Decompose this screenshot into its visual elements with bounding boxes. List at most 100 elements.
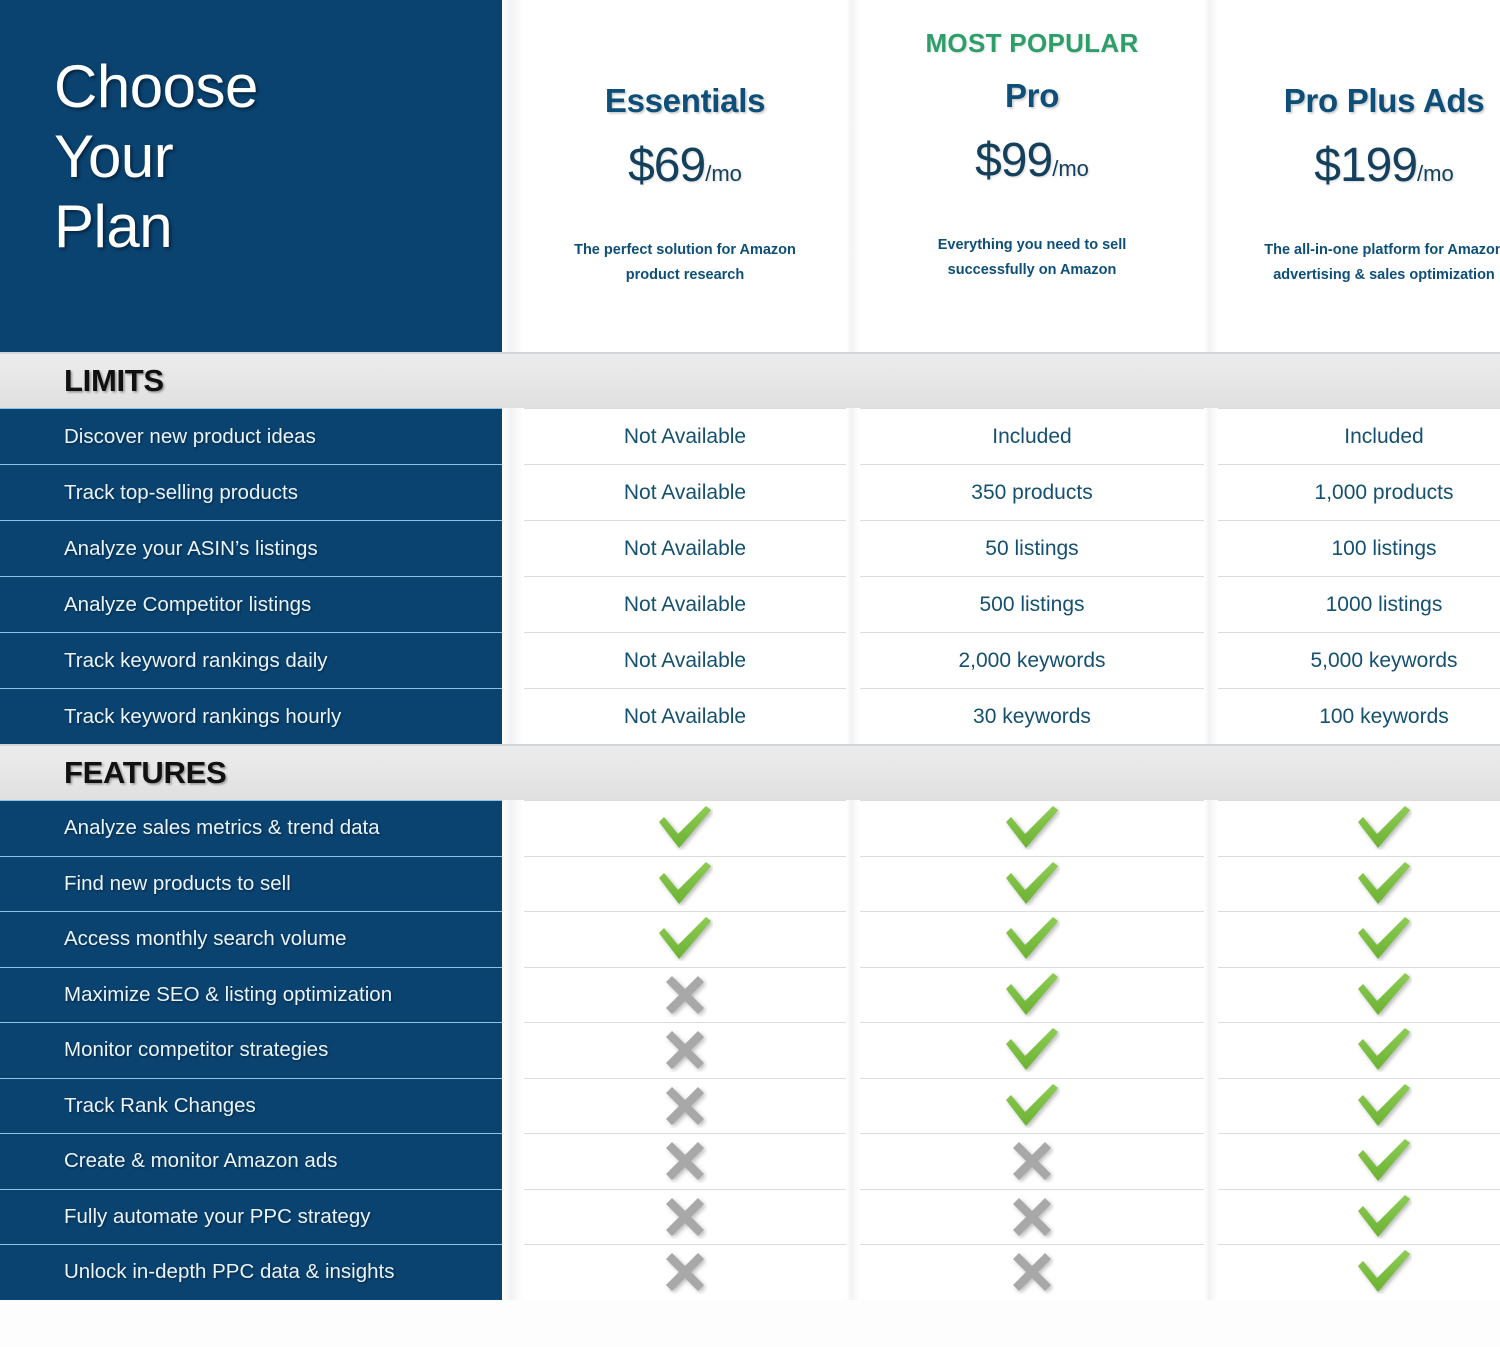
row-label: Analyze your ASIN’s listings xyxy=(0,520,502,576)
column-gap xyxy=(502,1188,524,1244)
cross-icon-glyph xyxy=(1010,1139,1054,1183)
column-gap xyxy=(502,855,524,911)
cross-icon xyxy=(524,1077,846,1133)
check-icon-glyph xyxy=(1356,972,1412,1017)
cross-icon-glyph xyxy=(663,1084,707,1128)
check-icon xyxy=(524,800,846,856)
check-icon-glyph xyxy=(1356,806,1412,850)
column-gap xyxy=(502,1133,524,1189)
column-gap xyxy=(502,576,524,632)
table-row: Track keyword rankings daily Not Availabl… xyxy=(0,632,1500,688)
row-label: Monitor competitor strategies xyxy=(0,1022,502,1078)
column-gap xyxy=(846,1188,860,1244)
hero-panel: Choose Your Plan xyxy=(0,0,502,352)
table-row: Analyze Competitor listings Not Available… xyxy=(0,576,1500,632)
plan-price-pro: $99/mo xyxy=(860,135,1204,195)
column-gap xyxy=(846,632,860,688)
row-label: Analyze Competitor listings xyxy=(0,576,502,632)
cross-icon-glyph xyxy=(663,973,707,1017)
column-gap xyxy=(846,0,860,352)
check-icon-glyph xyxy=(1356,1028,1412,1072)
column-gap xyxy=(1204,855,1218,911)
price-amount: $199 xyxy=(1314,139,1418,192)
column-gap xyxy=(502,632,524,688)
check-icon-glyph xyxy=(1004,1083,1060,1128)
cross-icon-glyph xyxy=(1010,1250,1054,1294)
check-icon-glyph xyxy=(1004,917,1060,961)
table-row: Fully automate your PPC strategy xyxy=(0,1188,1500,1244)
check-icon xyxy=(1218,966,1500,1022)
column-gap xyxy=(502,1022,524,1078)
plan-card-essentials[interactable]: Essentials $69/mo The perfect solution f… xyxy=(524,0,846,352)
price-amount: $69 xyxy=(628,139,706,192)
row-value: Not Available xyxy=(524,408,846,464)
plan-name-pro-plus-ads: Pro Plus Ads xyxy=(1283,82,1485,119)
row-label: Fully automate your PPC strategy xyxy=(0,1188,502,1244)
price-period: /mo xyxy=(1052,156,1089,181)
column-gap xyxy=(1204,800,1218,856)
check-icon xyxy=(860,1077,1204,1133)
table-row: Unlock in-depth PPC data & insights xyxy=(0,1244,1500,1300)
row-value: 500 listings xyxy=(860,576,1204,632)
check-icon xyxy=(1218,855,1500,911)
most-popular-badge: MOST POPULAR xyxy=(925,28,1139,58)
price-period: /mo xyxy=(705,161,742,186)
column-gap xyxy=(502,1244,524,1300)
row-value: 1,000 products xyxy=(1218,464,1500,520)
table-row: Discover new product ideas Not Available I… xyxy=(0,408,1500,464)
check-icon xyxy=(1218,1244,1500,1300)
row-value: Not Available xyxy=(524,688,846,744)
cross-icon xyxy=(860,1244,1204,1300)
cross-icon xyxy=(860,1133,1204,1189)
table-row: Analyze sales metrics & trend data xyxy=(0,800,1500,856)
cross-icon-glyph xyxy=(663,1195,707,1239)
check-icon xyxy=(1218,800,1500,856)
cross-icon xyxy=(524,1188,846,1244)
section-heading-label: FEATURES xyxy=(64,755,227,790)
check-icon xyxy=(524,855,846,911)
table-row: Monitor competitor strategies xyxy=(0,1022,1500,1078)
table-row: Track keyword rankings hourly Not Availab… xyxy=(0,688,1500,744)
check-icon-glyph xyxy=(657,861,713,906)
column-gap xyxy=(846,966,860,1022)
cross-icon-glyph xyxy=(663,1250,707,1294)
column-gap xyxy=(846,1244,860,1300)
column-gap xyxy=(846,1133,860,1189)
cross-icon xyxy=(524,1022,846,1078)
table-row: Track Rank Changes xyxy=(0,1077,1500,1133)
plan-description-essentials: The perfect solution for Amazon product … xyxy=(574,242,796,283)
section-heading-label: LIMITS xyxy=(64,363,164,398)
row-value: Not Available xyxy=(524,576,846,632)
table-row: Track top-selling products Not Available 3… xyxy=(0,464,1500,520)
column-gap xyxy=(846,408,860,464)
plan-price-essentials: $69/mo xyxy=(524,140,846,200)
row-label: Maximize SEO & listing optimization xyxy=(0,966,502,1022)
row-value: 1000 listings xyxy=(1218,576,1500,632)
row-label: Track keyword rankings daily xyxy=(0,632,502,688)
row-value: Included xyxy=(860,408,1204,464)
check-icon-glyph xyxy=(1356,1194,1412,1239)
check-icon-glyph xyxy=(1004,1028,1060,1072)
column-gap xyxy=(1204,0,1218,352)
row-label: Track keyword rankings hourly xyxy=(0,688,502,744)
column-gap xyxy=(1204,911,1218,967)
column-gap xyxy=(1204,576,1218,632)
plan-card-pro-plus-ads[interactable]: Pro Plus Ads $199/mo The all-in-one plat… xyxy=(1218,0,1500,352)
plan-name-pro: Pro xyxy=(1004,77,1060,114)
column-gap xyxy=(1204,632,1218,688)
column-gap xyxy=(502,1077,524,1133)
row-value: 350 products xyxy=(860,464,1204,520)
check-icon-glyph xyxy=(1356,917,1412,961)
row-value: Not Available xyxy=(524,632,846,688)
row-value: Not Available xyxy=(524,520,846,576)
check-icon-glyph xyxy=(1356,1250,1412,1294)
cross-icon-glyph xyxy=(663,1028,707,1072)
cross-icon xyxy=(860,1188,1204,1244)
column-gap xyxy=(1204,1022,1218,1078)
column-gap xyxy=(502,966,524,1022)
plan-card-pro[interactable]: MOST POPULAR Pro $99/mo Everything you n… xyxy=(860,0,1204,352)
row-label: Access monthly search volume xyxy=(0,911,502,967)
cross-icon xyxy=(524,966,846,1022)
pricing-header: Choose Your Plan Essentials $69/mo The p… xyxy=(0,0,1500,352)
row-value: 100 keywords xyxy=(1218,688,1500,744)
